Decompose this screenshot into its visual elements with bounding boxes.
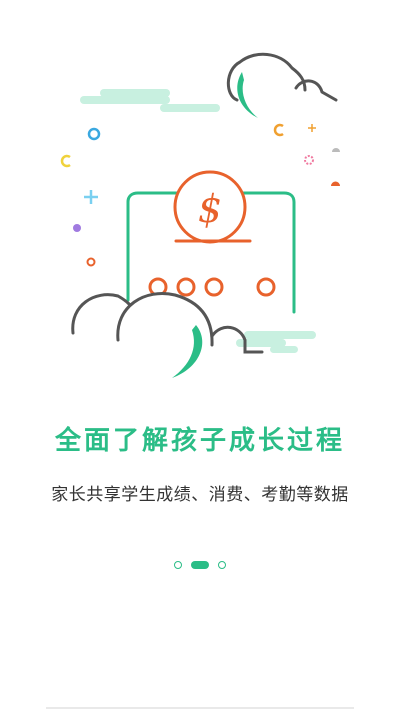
cloud-icon xyxy=(71,292,264,378)
decor-bar xyxy=(100,89,170,97)
page-indicator xyxy=(0,558,400,572)
plus-icon xyxy=(308,124,316,132)
coin-icon: $ xyxy=(173,170,252,244)
dollar-symbol: $ xyxy=(198,187,222,231)
flower-icon xyxy=(304,155,314,165)
decor-cloud-small xyxy=(332,148,340,152)
decor-c-shape xyxy=(60,154,71,168)
decor-bar xyxy=(80,96,170,104)
page-title: 全面了解孩子成长过程 xyxy=(54,426,345,456)
decor-bar xyxy=(244,331,316,339)
cloud-icon xyxy=(226,52,338,118)
decor-cloud-small xyxy=(331,181,340,186)
decor-circle xyxy=(86,257,96,267)
decor-dot xyxy=(73,224,81,232)
decor-bar xyxy=(160,104,220,112)
decor-c-shape xyxy=(273,123,284,137)
page-description: 家长共享学生成绩、消费、考勤等数据 xyxy=(51,485,349,505)
bottom-divider xyxy=(46,707,354,709)
page-dot-2-active[interactable] xyxy=(191,561,209,569)
page-dot-3[interactable] xyxy=(218,561,226,569)
decor-bar xyxy=(270,346,298,353)
page-dot-1[interactable] xyxy=(174,561,182,569)
decor-circle xyxy=(87,127,101,141)
money-card-illustration: $ xyxy=(60,52,340,378)
guide-illustration: $ xyxy=(0,0,400,400)
plus-icon xyxy=(84,190,98,204)
